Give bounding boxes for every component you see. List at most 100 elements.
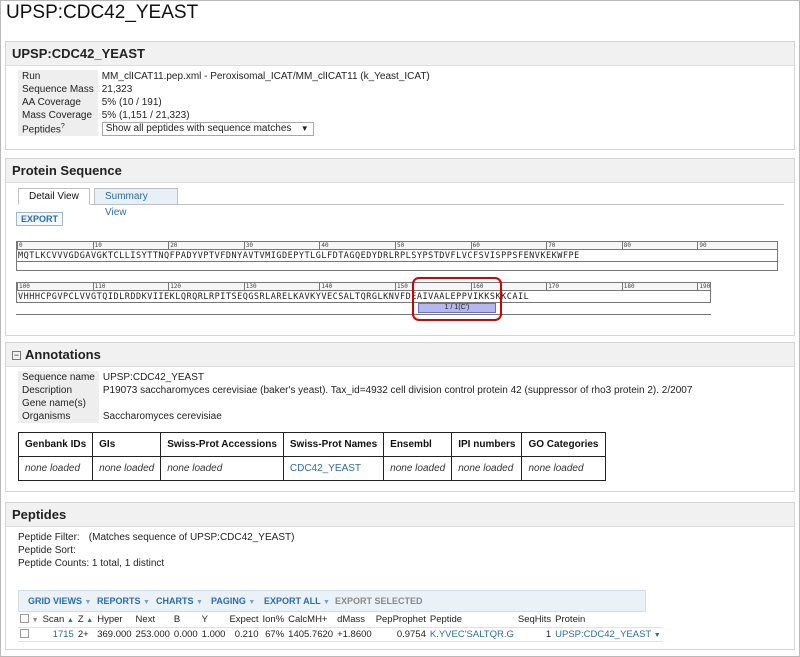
ruler-tick: 190 <box>697 283 711 290</box>
cell-protein: UPSP:CDC42_YEAST ▼ <box>553 627 663 642</box>
page-title: UPSP:CDC42_YEAST <box>6 2 199 23</box>
paging-menu[interactable]: PAGING ▼ <box>211 596 255 606</box>
col-protein[interactable]: Protein <box>553 613 663 628</box>
peptide-sort-label: Peptide Sort: <box>18 545 76 556</box>
identifier-header-row: Genbank IDs GIs Swiss-Prot Accessions Sw… <box>17 432 606 457</box>
cell-peptide: K.YVEC'SALTQR.G <box>427 627 516 642</box>
grid-header-row: ▼ Scan ▲ Z ▲ Hyper Next B Y Expect Ion% … <box>18 613 663 628</box>
col-expect[interactable]: Expect <box>227 613 261 628</box>
prop-value: Saccharomyces cerevisiae <box>102 411 222 422</box>
chevron-down-icon: ▼ <box>196 599 203 606</box>
prop-row-mass-coverage: Mass Coverage 5% (1,151 / 21,323) <box>18 109 434 122</box>
peptide-sort-line: Peptide Sort: <box>18 545 76 556</box>
tab-detail-view[interactable]: Detail View <box>18 188 90 205</box>
sequence-ruler: 0 10 20 30 40 50 60 70 80 90 <box>16 241 778 249</box>
prop-row-peptides: Peptides? Show all peptides with sequenc… <box>18 122 434 136</box>
ruler-tick: 150 <box>395 283 408 290</box>
ruler-tick: 50 <box>395 242 405 249</box>
scan-link[interactable]: 1715 <box>53 629 74 640</box>
collapse-icon[interactable]: − <box>12 351 21 360</box>
annotation-row: Description P19073 saccharomyces cerevisi… <box>18 384 696 397</box>
col-dmass[interactable]: dMass <box>335 613 374 628</box>
swissprot-name-link[interactable]: CDC42_YEAST <box>290 463 361 474</box>
sort-asc-icon: ▲ <box>66 617 74 625</box>
chevron-down-icon[interactable]: ▼ <box>32 617 39 624</box>
peptide-link[interactable]: K.YVEC'SALTQR.G <box>430 629 514 640</box>
column-label: Z <box>77 614 84 626</box>
col-ipi-numbers: IPI numbers <box>451 432 523 457</box>
protein-link[interactable]: UPSP:CDC42_YEAST <box>555 629 651 640</box>
prop-label: AA Coverage <box>18 96 98 109</box>
cell-ipi-numbers: none loaded <box>451 456 523 481</box>
col-swissprot-names: Swiss-Prot Names <box>282 432 385 457</box>
peptide-filter-line: Peptide Filter: (Matches sequence of UPS… <box>18 532 294 543</box>
export-all-menu[interactable]: EXPORT ALL ▼ <box>264 596 330 606</box>
peptides-panel: Peptides Peptide Filter: (Matches sequen… <box>5 502 795 650</box>
cell-seqhits: 1 <box>515 627 554 642</box>
sequence-residues: VHHHCPGVPCLVVGTQIDLRDDKVIIEKLQRQRLRPITSE… <box>16 290 711 303</box>
prop-label: Sequence Mass <box>18 83 98 96</box>
col-calcmh[interactable]: CalcMH+ <box>286 613 336 628</box>
ruler-tick: 70 <box>546 242 556 249</box>
col-z[interactable]: Z ▲ <box>75 613 96 628</box>
prop-value: Show all peptides with sequence matches ▼ <box>98 122 434 136</box>
cell-ion-percent: 67% <box>260 627 287 642</box>
cell-b: 0.000 <box>171 627 200 642</box>
prop-label: Organisms <box>18 410 99 423</box>
peptides-filter-select[interactable]: Show all peptides with sequence matches ▼ <box>101 122 314 136</box>
ruler-tick: 140 <box>319 283 333 290</box>
tab-summary-view[interactable]: Summary View <box>94 188 178 218</box>
annotations-panel: − Annotations Sequence name UPSP:CDC42_YEA… <box>5 342 795 492</box>
col-pepprophet[interactable]: PepProphet <box>373 613 428 628</box>
export-selected-button[interactable]: EXPORT SELECTED <box>335 596 423 606</box>
ruler-tick: 30 <box>243 242 254 249</box>
peptides-grid: ▼ Scan ▲ Z ▲ Hyper Next B Y Expect Ion% … <box>18 613 663 642</box>
cell-genbank-ids: none loaded <box>17 456 94 481</box>
prop-label: Description <box>18 384 99 397</box>
column-label: Scan <box>42 614 65 626</box>
col-ion-percent[interactable]: Ion% <box>260 613 287 628</box>
col-peptide[interactable]: Peptide <box>427 613 516 628</box>
ruler-tick: 180 <box>621 283 635 290</box>
cell-swissprot-accessions: none loaded <box>160 456 284 481</box>
protein-properties: Run MM_clICAT11.pep.xml - Peroxisomal_ICA… <box>18 70 434 136</box>
export-button[interactable]: EXPORT <box>16 212 64 226</box>
annotation-properties: Sequence name UPSP:CDC42_YEAST Descriptio… <box>18 371 696 423</box>
col-y[interactable]: Y <box>199 613 228 628</box>
charts-menu[interactable]: CHARTS ▼ <box>156 596 203 606</box>
menu-label: GRID VIEWS <box>28 596 83 606</box>
sort-asc-icon: ▲ <box>86 617 94 625</box>
sequence-row-1: 0 10 20 30 40 50 60 70 80 90 MQTLKCVVVGDGAVGKTCLL… <box>16 241 778 271</box>
prop-value: P19073 saccharomyces cerevisiae (baker's… <box>102 385 693 396</box>
col-next[interactable]: Next <box>133 613 172 628</box>
col-b[interactable]: B <box>171 613 200 628</box>
prop-label: Mass Coverage <box>18 109 98 122</box>
ruler-tick: 0 <box>17 242 23 249</box>
select-all-checkbox[interactable] <box>20 614 29 624</box>
cell-go-categories: none loaded <box>521 456 606 481</box>
chevron-down-icon: ▼ <box>300 124 309 133</box>
prop-value: 5% (1,151 / 21,323) <box>101 110 190 121</box>
grid-views-menu[interactable]: GRID VIEWS ▼ <box>28 596 91 606</box>
cell-expect: 0.210 <box>227 627 261 642</box>
chevron-down-icon: ▼ <box>248 599 256 606</box>
peptide-filter-value: (Matches sequence of UPSP:CDC42_YEAST) <box>88 532 295 543</box>
cell-calcmh: 1405.7620 <box>286 627 336 642</box>
help-icon[interactable]: ? <box>61 123 65 130</box>
cell-pepprophet: 0.9754 <box>373 627 428 642</box>
reports-menu[interactable]: REPORTS ▼ <box>97 596 150 606</box>
row-checkbox[interactable] <box>20 628 29 638</box>
chevron-down-icon: ▼ <box>84 599 92 606</box>
annotation-row: Organisms Saccharomyces cerevisiae <box>18 410 696 423</box>
annotations-title: Annotations <box>25 347 101 362</box>
cell-z: 2+ <box>75 627 96 642</box>
annotations-header: − Annotations <box>6 343 794 367</box>
col-scan[interactable]: Scan ▲ <box>40 613 76 628</box>
chevron-down-icon[interactable]: ▼ <box>654 632 661 639</box>
ruler-tick: 10 <box>92 242 102 249</box>
col-seqhits[interactable]: SeqHits <box>515 613 554 628</box>
chevron-down-icon: ▼ <box>143 599 150 606</box>
ruler-tick: 60 <box>470 242 480 249</box>
col-hyper[interactable]: Hyper <box>95 613 134 628</box>
identifier-table: Genbank IDs GIs Swiss-Prot Accessions Sw… <box>17 432 606 481</box>
